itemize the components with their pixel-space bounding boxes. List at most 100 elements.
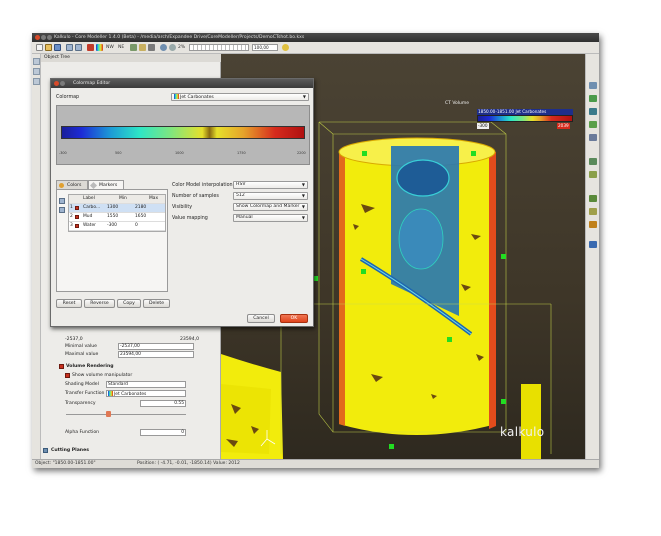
pointer-icon[interactable] (87, 44, 94, 51)
new-file-icon[interactable] (36, 44, 43, 51)
row-checkbox[interactable] (75, 224, 79, 228)
left-icon-bar (32, 54, 41, 459)
row-label[interactable]: Carbo... (83, 204, 103, 213)
home-icon[interactable] (130, 44, 137, 51)
dialog-minimize-icon[interactable] (60, 81, 65, 86)
properties-icon[interactable] (33, 78, 40, 85)
alpha-function-field[interactable]: 0 (140, 429, 186, 436)
reverse-button[interactable]: Reverse (84, 299, 115, 308)
layout-icon[interactable] (75, 44, 82, 51)
shading-model-select[interactable]: Standard (106, 381, 186, 388)
legend-min-value: -300 (477, 123, 489, 129)
row-checkbox[interactable] (75, 206, 79, 210)
row-label[interactable]: Mud (83, 213, 103, 222)
samples-value: 512 (236, 193, 245, 198)
tool-icon-9[interactable] (589, 208, 597, 215)
transparency-slider-track[interactable] (66, 414, 186, 415)
tool-icon-2[interactable] (589, 95, 597, 102)
maximize-window-icon[interactable] (47, 35, 52, 40)
chevron-down-icon: ▼ (301, 182, 305, 187)
interpolation-select[interactable]: HSV ▼ (233, 181, 308, 189)
reset-view-icon[interactable] (148, 44, 155, 51)
row-min[interactable]: 1550 (107, 213, 118, 222)
cancel-button[interactable]: Cancel (247, 314, 275, 323)
tool-icon-5[interactable] (589, 134, 597, 141)
rotate-icon[interactable] (160, 44, 167, 51)
camera-icon[interactable] (139, 44, 146, 51)
colormap-swatch-icon (108, 391, 113, 396)
visibility-select[interactable]: Show Colormap and Marker ▼ (233, 203, 308, 211)
object-tree-icon[interactable] (33, 58, 40, 65)
table-row[interactable]: 1 Carbo... 1300 2180 (69, 204, 165, 213)
dialog-close-icon[interactable] (54, 81, 59, 86)
settings-icon[interactable] (282, 44, 289, 51)
copy-button[interactable]: Copy (117, 299, 141, 308)
ne-label[interactable]: NE (118, 43, 124, 52)
maximal-value-field[interactable]: 23594,00 (118, 351, 194, 358)
row-label[interactable]: Water (83, 222, 103, 231)
markers-pane: Label Min Max 1 Carbo... 1300 2180 2 Mud… (56, 189, 168, 292)
tool-icon-7[interactable] (589, 171, 597, 178)
light-icon[interactable] (169, 44, 176, 51)
close-window-icon[interactable] (35, 35, 40, 40)
table-row[interactable]: 2 Mud 1550 1650 (69, 213, 165, 222)
row-checkbox[interactable] (75, 215, 79, 219)
ok-button[interactable]: OK (280, 314, 308, 323)
transfer-function-select[interactable]: Jet Carbonates (106, 390, 186, 397)
value-mapping-select[interactable]: Manual ▼ (233, 214, 308, 222)
row-max[interactable]: 0 (135, 222, 138, 231)
maximal-value-label: Maximal value (65, 352, 99, 357)
tool-icon-11[interactable] (589, 241, 597, 248)
transparency-label: Transparency (65, 401, 96, 406)
minimal-value-field[interactable]: -2537,00 (118, 343, 194, 350)
colormap-select[interactable]: Jet Carbonates ▼ (171, 93, 309, 101)
exaggeration-slider[interactable] (189, 44, 249, 51)
legend-colorbar (477, 115, 573, 122)
delete-button[interactable]: Delete (143, 299, 170, 308)
transparency-field[interactable]: 0.55 (140, 400, 186, 407)
row-min[interactable]: -300 (107, 222, 117, 231)
col-label-header: Label (83, 196, 95, 201)
table-row[interactable]: 3 Water -300 0 (69, 222, 165, 231)
row-number: 2 (70, 214, 73, 219)
shading-model-label: Shading Model (65, 382, 99, 387)
tool-icon-4[interactable] (589, 121, 597, 128)
save-icon[interactable] (54, 44, 61, 51)
show-manipulator-checkbox[interactable] (65, 373, 70, 378)
minimize-window-icon[interactable] (41, 35, 46, 40)
row-number: 3 (70, 223, 73, 228)
range-min-label: -2537,0 (65, 337, 83, 342)
tool-icon-6[interactable] (589, 158, 597, 165)
tab-colors-label: Colors (67, 183, 82, 188)
table-header: Label Min Max (69, 195, 165, 204)
add-marker-icon[interactable] (59, 198, 65, 204)
tool-icon-10[interactable] (589, 221, 597, 228)
tool-icon-3[interactable] (589, 108, 597, 115)
transparency-slider-handle[interactable] (106, 411, 111, 417)
cutting-planes-label[interactable]: Cutting Planes (51, 448, 89, 453)
colormap-gradient-bar[interactable] (61, 126, 305, 139)
row-max[interactable]: 2180 (135, 204, 146, 213)
tool-icon-8[interactable] (589, 195, 597, 202)
view-icon[interactable] (66, 44, 73, 51)
cancel-button-label: Cancel (253, 316, 269, 321)
colormap-preview: -300 500 1000 1750 2200 (56, 105, 310, 165)
colormap-icon[interactable] (96, 44, 103, 51)
row-min[interactable]: 1300 (107, 204, 118, 213)
volume-rendering-checkbox[interactable] (59, 364, 64, 369)
nw-label[interactable]: NW (106, 43, 114, 52)
remove-marker-icon[interactable] (59, 207, 65, 213)
samples-select[interactable]: 512 ▼ (233, 192, 308, 200)
tools-icon[interactable] (33, 68, 40, 75)
reset-button[interactable]: Reset (56, 299, 82, 308)
open-folder-icon[interactable] (45, 44, 52, 51)
exaggeration-field[interactable]: 100,00 (252, 44, 278, 51)
cutting-planes-icon (43, 448, 48, 453)
legend-max-value: 2039 (557, 123, 570, 129)
reset-button-label: Reset (62, 301, 76, 306)
chevron-down-icon: ▼ (301, 193, 305, 198)
colors-icon (59, 183, 64, 188)
tool-icon-1[interactable] (589, 82, 597, 89)
interpolation-value: HSV (236, 182, 246, 187)
row-max[interactable]: 1650 (135, 213, 146, 222)
